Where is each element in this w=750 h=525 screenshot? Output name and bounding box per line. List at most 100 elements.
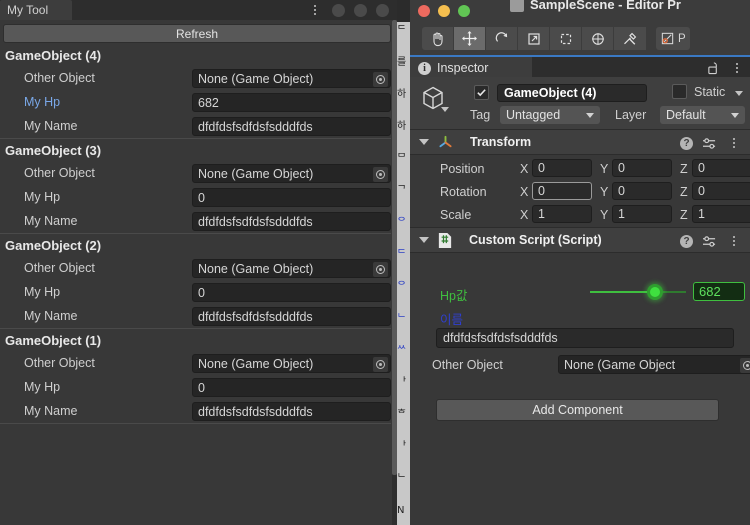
maximize-window-button[interactable] <box>458 5 470 17</box>
help-icon[interactable]: ? <box>680 234 693 248</box>
transform-rotation-x-field[interactable]: 0 <box>532 182 592 200</box>
transform-scale-z-field[interactable]: 1 <box>692 205 750 223</box>
transform-position-x-field[interactable]: 0 <box>532 159 592 177</box>
transform-value: 0 <box>698 161 705 175</box>
static-checkbox[interactable] <box>672 84 687 99</box>
object-picker-icon[interactable] <box>373 357 388 372</box>
transform-value: 1 <box>538 207 545 221</box>
property-value-field[interactable]: 0 <box>192 378 391 397</box>
hand-tool-button[interactable] <box>422 27 454 50</box>
transform-rotation-z-field[interactable]: 0 <box>692 182 750 200</box>
object-picker-icon[interactable] <box>373 262 388 277</box>
axis-label-z: Z <box>680 185 688 199</box>
object-picker-icon[interactable] <box>373 72 388 87</box>
tab-my-tool[interactable]: My Tool <box>0 0 72 20</box>
wrench-hammer-icon <box>624 32 637 45</box>
property-value-field[interactable]: 0 <box>192 283 391 302</box>
background-code-line: 하 <box>397 121 407 132</box>
tag-dropdown[interactable]: Untagged <box>500 106 600 124</box>
object-picker-icon[interactable] <box>373 167 388 182</box>
transform-scale-y-field[interactable]: 1 <box>612 205 672 223</box>
property-value-field[interactable]: dfdfdsfsdfdsfsdddfds <box>192 402 391 421</box>
property-label: Other Object <box>24 356 95 370</box>
inspector-tab-actions <box>707 57 745 79</box>
background-editor-titlebar <box>396 0 410 22</box>
inspector-body: GameObject (4) Static Tag Untagged Layer… <box>410 77 750 525</box>
kebab-menu-icon[interactable] <box>729 58 745 78</box>
property-row: My Name dfdfdsfsdfdsfsdddfds <box>0 117 391 138</box>
gameobject-name-field[interactable]: GameObject (4) <box>497 84 647 102</box>
move-tool-button[interactable] <box>454 27 486 50</box>
add-component-button[interactable]: Add Component <box>436 399 719 421</box>
transform-component-header[interactable]: Transform ? <box>410 129 750 155</box>
property-value-field[interactable]: 0 <box>192 188 391 207</box>
transform-value: 0 <box>618 184 625 198</box>
rotate-tool-button[interactable] <box>486 27 518 50</box>
kebab-menu-icon[interactable] <box>726 231 742 251</box>
property-row: Other Object None (Game Object) <box>0 69 391 90</box>
window-traffic-lights <box>410 5 470 17</box>
background-code-line: 를 <box>397 57 407 68</box>
property-row: My Hp 0 <box>0 283 391 304</box>
script-file-icon <box>437 232 453 249</box>
static-dropdown-caret-icon[interactable] <box>735 91 743 96</box>
hp-value-field[interactable]: 682 <box>693 282 745 301</box>
custom-tool-button[interactable] <box>614 27 646 50</box>
my-tool-scrollbar-thumb[interactable] <box>392 20 397 475</box>
screen-root: ᄃ를하하ᄆᄀᄋᄃᄋᄂ싸하ᄂN My Tool Refresh GameObj… <box>0 0 750 525</box>
property-value-field[interactable]: dfdfdsfsdfdsfsdddfds <box>192 307 391 326</box>
window-dot-1-icon <box>332 3 345 17</box>
property-value-field[interactable]: dfdfdsfsdfdsfsdddfds <box>192 117 391 136</box>
transform-foldout-icon[interactable] <box>419 139 429 145</box>
cube-dropdown-caret-icon[interactable] <box>441 107 449 112</box>
transform-scale-x-field[interactable]: 1 <box>532 205 592 223</box>
pivot-toggle-button[interactable]: P <box>656 27 690 50</box>
property-value-field[interactable]: dfdfdsfsdfdsfsdddfds <box>192 212 391 231</box>
object-reference-field[interactable]: None (Game Object) <box>192 354 391 373</box>
gameobject-enabled-checkbox[interactable] <box>474 85 489 100</box>
add-component-area: Add Component <box>410 363 750 433</box>
property-label: My Hp <box>24 285 61 299</box>
kebab-menu-icon[interactable] <box>726 133 742 153</box>
window-dot-3-icon <box>376 3 389 17</box>
gameobject-group-title: GameObject (4) <box>5 48 102 63</box>
help-icon[interactable]: ? <box>680 136 693 150</box>
kebab-menu-icon[interactable] <box>307 0 323 20</box>
transform-rotation-y-field[interactable]: 0 <box>612 182 672 200</box>
property-row: Other Object None (Game Object) <box>0 259 391 280</box>
object-reference-field[interactable]: None (Game Object) <box>192 69 391 88</box>
transform-value: 1 <box>698 207 705 221</box>
close-window-button[interactable] <box>418 5 430 17</box>
property-label: My Hp <box>24 95 61 109</box>
lock-open-icon[interactable] <box>707 61 720 75</box>
my-tool-scrollbar[interactable] <box>392 20 397 525</box>
custom-script-foldout-icon[interactable] <box>419 237 429 243</box>
script-name-field[interactable]: dfdfdsfsdfdsfsdddfds <box>436 328 734 348</box>
minimize-window-button[interactable] <box>438 5 450 17</box>
refresh-button[interactable]: Refresh <box>3 24 391 43</box>
transform-row: Rotation X 0 Y 0 Z 0 <box>410 182 750 203</box>
property-label: My Hp <box>24 190 61 204</box>
object-reference-field[interactable]: None (Game Object) <box>192 164 391 183</box>
scale-tool-button[interactable] <box>518 27 550 50</box>
hp-label: Hp값 <box>440 289 468 303</box>
settings-sliders-icon[interactable] <box>702 137 717 150</box>
rect-tool-button[interactable] <box>550 27 582 50</box>
property-value: dfdfdsfsdfdsfsdddfds <box>198 404 313 419</box>
layer-dropdown[interactable]: Default <box>660 106 745 124</box>
transform-tool-button[interactable] <box>582 27 614 50</box>
settings-sliders-icon[interactable] <box>702 235 717 248</box>
transform-position-z-field[interactable]: 0 <box>692 159 750 177</box>
script-name-value: dfdfdsfsdfdsfsdddfds <box>443 331 558 345</box>
property-value: 682 <box>198 95 219 110</box>
property-value-field[interactable]: 682 <box>192 93 391 112</box>
property-label: My Name <box>24 309 78 323</box>
transform-position-y-field[interactable]: 0 <box>612 159 672 177</box>
layer-dropdown-value: Default <box>666 108 706 122</box>
property-value: dfdfdsfsdfdsfsdddfds <box>198 214 313 229</box>
background-code-line: ᅡ <box>397 441 407 452</box>
custom-script-component-header[interactable]: Custom Script (Script) ? <box>410 227 750 253</box>
hp-slider-handle[interactable] <box>647 284 664 300</box>
object-reference-field[interactable]: None (Game Object) <box>192 259 391 278</box>
tab-inspector[interactable]: i Inspector <box>410 57 532 79</box>
